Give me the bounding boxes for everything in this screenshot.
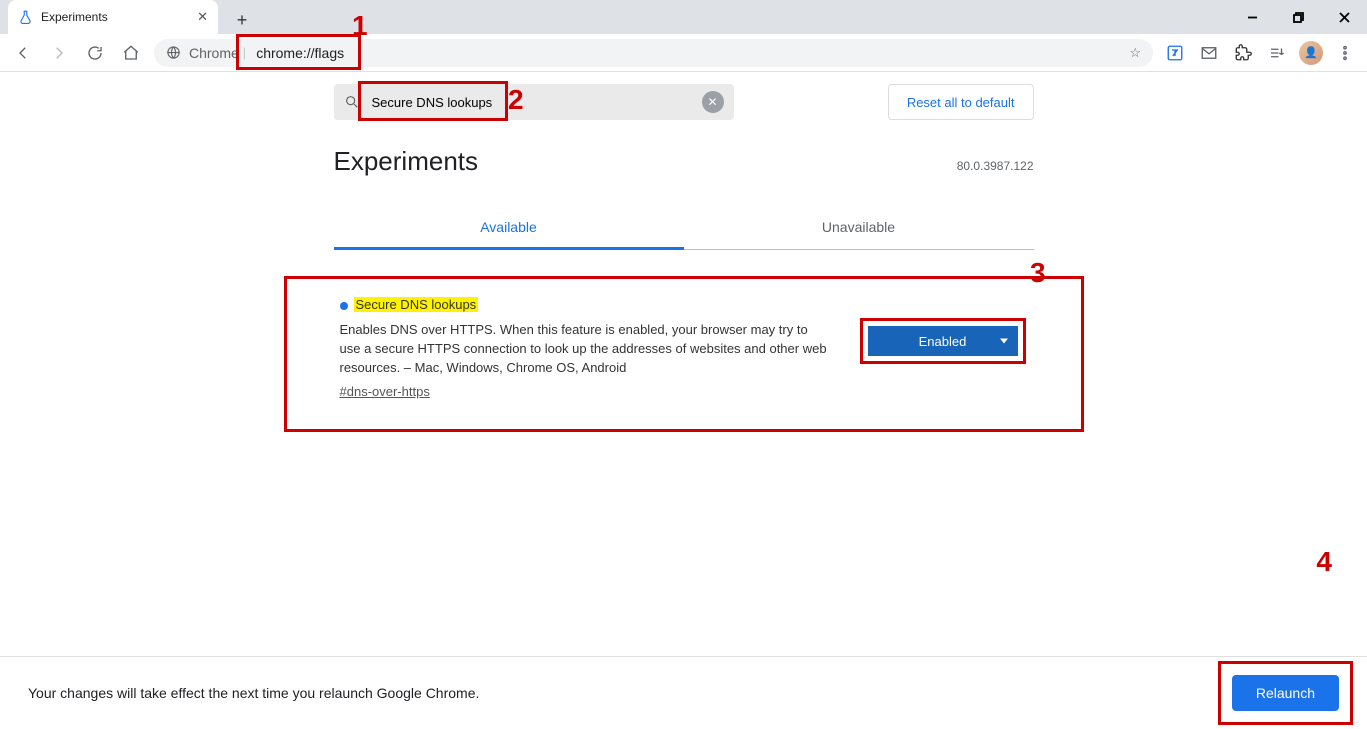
extensions-icon[interactable] — [1227, 36, 1259, 70]
chrome-version: 80.0.3987.122 — [957, 159, 1034, 173]
flag-description-block: Secure DNS lookups Enables DNS over HTTP… — [340, 296, 828, 402]
omnibox-origin: Chrome — [189, 45, 239, 61]
flag-title: Secure DNS lookups — [354, 297, 479, 312]
search-icon — [344, 94, 360, 110]
site-info-icon — [166, 45, 181, 60]
flag-modified-dot-icon — [340, 302, 348, 310]
omnibox-row: Chrome | chrome://flags ☆ 👤 — [0, 34, 1367, 72]
window-close[interactable] — [1321, 0, 1367, 34]
browser-tab-strip: Experiments ✕ + — [0, 0, 1367, 34]
flag-state-label: Enabled — [919, 334, 967, 349]
browser-tab-title: Experiments — [41, 10, 189, 24]
flag-description: Enables DNS over HTTPS. When this featur… — [340, 321, 828, 378]
nav-home[interactable] — [114, 36, 148, 70]
restart-message: Your changes will take effect the next t… — [28, 685, 479, 701]
nav-forward — [42, 36, 76, 70]
tab-unavailable[interactable]: Unavailable — [684, 207, 1034, 249]
omnibox[interactable]: Chrome | chrome://flags ☆ — [154, 39, 1153, 67]
window-minimize[interactable] — [1229, 0, 1275, 34]
reset-all-button[interactable]: Reset all to default — [888, 84, 1034, 120]
translate-icon[interactable] — [1159, 36, 1191, 70]
browser-tab[interactable]: Experiments ✕ — [8, 0, 218, 34]
clear-search-icon[interactable]: ✕ — [702, 91, 724, 113]
bookmark-star-icon[interactable]: ☆ — [1129, 45, 1141, 61]
window-controls — [1229, 0, 1367, 34]
media-icon[interactable] — [1261, 36, 1293, 70]
annotation-number-4: 4 — [1316, 546, 1332, 578]
omnibox-url: chrome://flags — [256, 45, 344, 61]
flag-state-dropdown[interactable]: Enabled — [868, 326, 1018, 356]
window-maximize[interactable] — [1275, 0, 1321, 34]
flag-tabs: Available Unavailable — [334, 207, 1034, 250]
flag-permalink[interactable]: #dns-over-https — [340, 383, 430, 402]
nav-reload[interactable] — [78, 36, 112, 70]
flag-card: Secure DNS lookups Enables DNS over HTTP… — [304, 276, 1064, 422]
profile-avatar[interactable]: 👤 — [1295, 36, 1327, 70]
restart-bar: Your changes will take effect the next t… — [0, 656, 1367, 729]
flags-search-box[interactable]: ✕ — [334, 84, 734, 120]
new-tab-button[interactable]: + — [228, 6, 256, 34]
close-icon[interactable]: ✕ — [197, 9, 208, 25]
relaunch-button[interactable]: Relaunch — [1232, 675, 1339, 711]
page-title: Experiments — [334, 146, 479, 177]
experiments-page: ✕ Reset all to default Experiments 80.0.… — [0, 72, 1367, 656]
omnibox-separator: | — [243, 45, 246, 60]
chrome-menu[interactable] — [1329, 36, 1361, 70]
flags-search-input[interactable] — [370, 94, 692, 111]
nav-back[interactable] — [6, 36, 40, 70]
flask-icon — [18, 10, 33, 25]
tab-available[interactable]: Available — [334, 207, 684, 250]
gmail-icon[interactable] — [1193, 36, 1225, 70]
